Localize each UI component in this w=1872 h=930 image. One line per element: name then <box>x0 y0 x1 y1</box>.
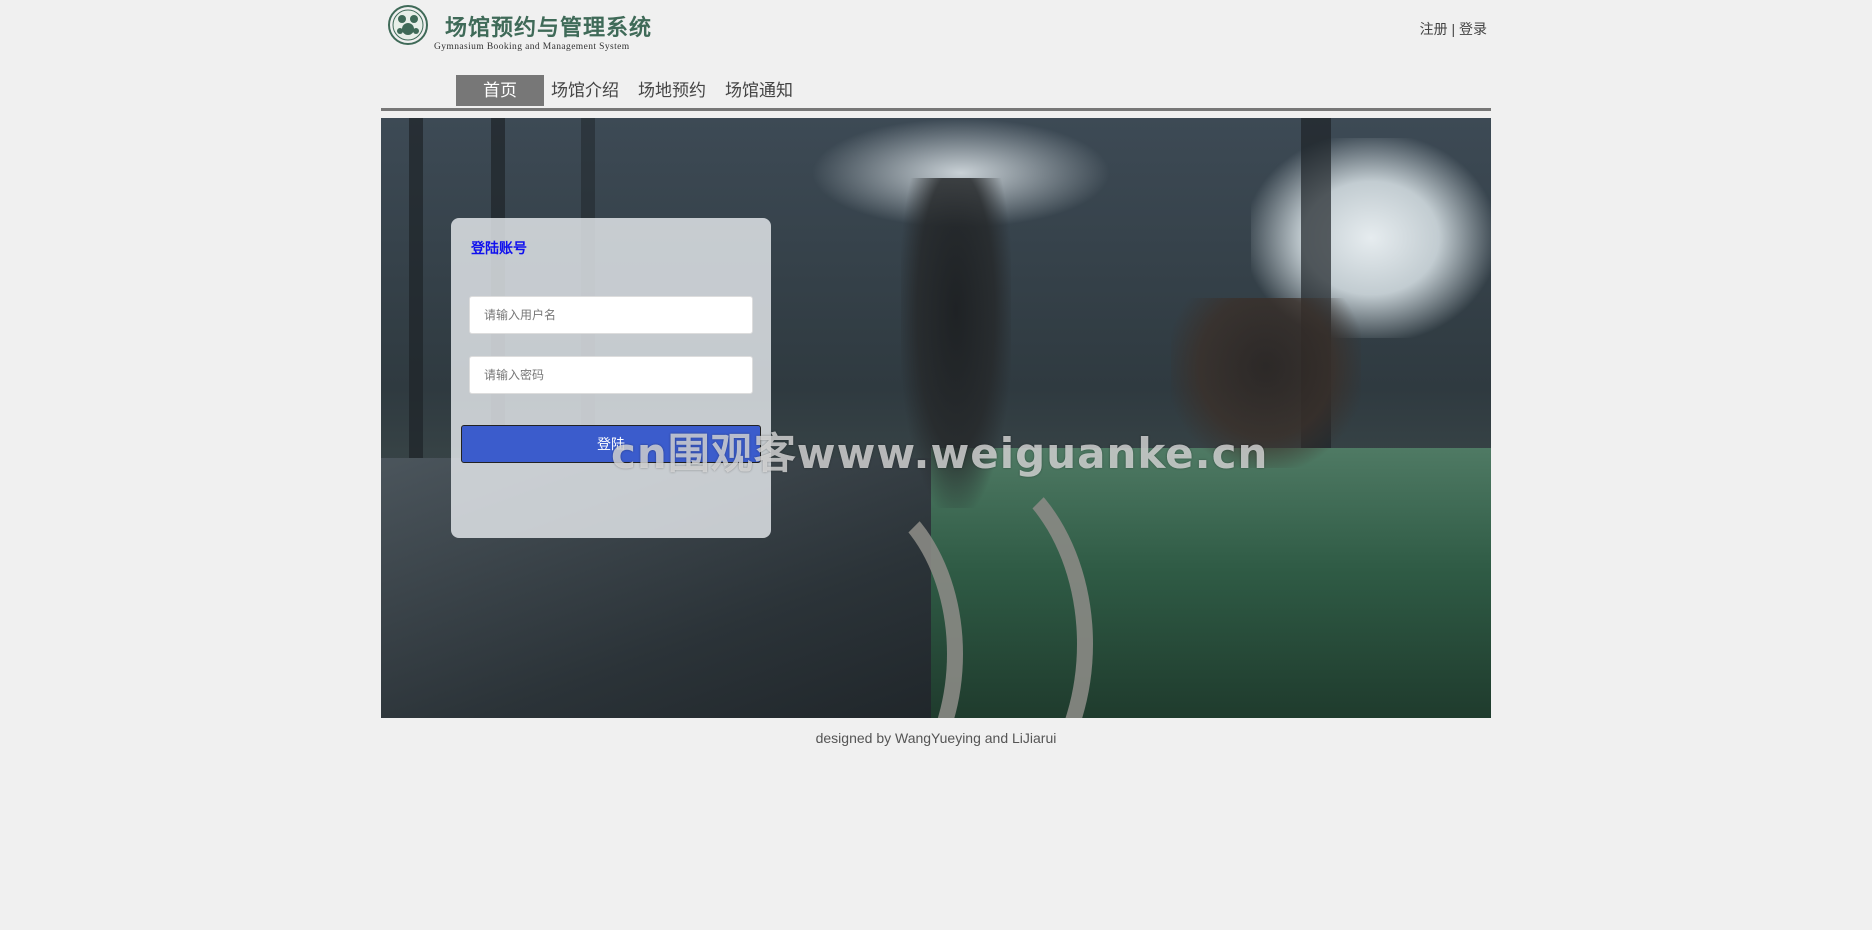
register-link[interactable]: 注册 <box>1420 21 1448 37</box>
password-input[interactable] <box>469 356 753 394</box>
nav-item-venue-intro[interactable]: 场馆介绍 <box>551 75 619 106</box>
login-panel: 登陆账号 登陆 <box>451 218 771 538</box>
hero-banner: 登陆账号 登陆 cn围观客www.weiguanke.cn <box>381 118 1491 718</box>
logo-emblem-icon <box>388 5 428 45</box>
auth-separator: | <box>1451 21 1456 37</box>
hero-pillar <box>409 118 423 498</box>
footer-credit: designed by WangYueying and LiJiarui <box>815 730 1057 746</box>
site-title: 场馆预约与管理系统 <box>445 15 653 41</box>
main-nav: 首页 场馆介绍 场地预约 场馆通知 <box>381 75 1491 111</box>
nav-item-notices[interactable]: 场馆通知 <box>725 75 793 106</box>
nav-item-booking[interactable]: 场地预约 <box>638 75 706 106</box>
nav-item-home[interactable]: 首页 <box>456 75 544 106</box>
auth-links: 注册 | 登录 <box>1420 19 1487 39</box>
site-subtitle: Gymnasium Booking and Management System <box>434 42 630 52</box>
watermark-text: cn围观客www.weiguanke.cn <box>611 429 1269 478</box>
login-title: 登陆账号 <box>471 240 527 256</box>
username-input[interactable] <box>469 296 753 334</box>
login-link[interactable]: 登录 <box>1459 21 1487 37</box>
site-logo[interactable]: 场馆预约与管理系统 Gymnasium Booking and Manageme… <box>387 4 677 54</box>
